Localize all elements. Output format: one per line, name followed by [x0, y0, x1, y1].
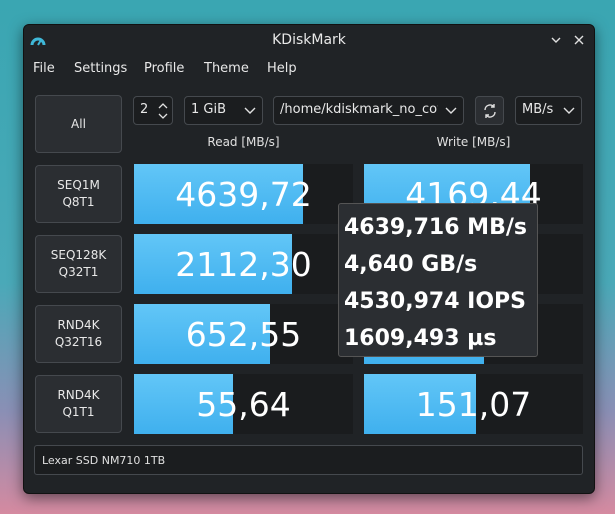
close-icon[interactable]: [569, 30, 589, 50]
menu-bar: File Settings Profile Theme Help: [24, 56, 594, 82]
tooltip-mbps: 4639,716 MB/s: [344, 215, 527, 240]
read-result-value: 55,64: [196, 384, 291, 424]
read-result-value: 2112,30: [175, 244, 312, 284]
test-params: Q32T16: [54, 335, 103, 349]
read-result-cell: 55,64: [134, 374, 353, 434]
read-result-cell: 652,55: [134, 304, 353, 364]
read-result-cell: 2112,30: [134, 234, 353, 294]
target-path-select[interactable]: /home/kdiskmark_no_cow: [273, 96, 464, 125]
menu-settings[interactable]: Settings: [74, 61, 127, 76]
chevron-down-icon: [563, 107, 575, 114]
test-name: SEQ128K: [50, 248, 107, 262]
window-title: KDiskMark: [272, 32, 346, 48]
read-result-cell: 4639,72: [134, 164, 353, 224]
test-button-row-0[interactable]: SEQ1M Q8T1: [35, 165, 122, 223]
read-column-header: Read [MB/s]: [207, 135, 280, 149]
test-button-row-1[interactable]: SEQ128K Q32T1: [35, 235, 122, 293]
test-name: RND4K: [57, 318, 100, 332]
test-button-row-2[interactable]: RND4K Q32T16: [35, 305, 122, 363]
test-button-row-3[interactable]: RND4K Q1T1: [35, 375, 122, 433]
minimize-icon[interactable]: [546, 30, 566, 50]
test-name: RND4K: [57, 388, 100, 402]
tooltip-gbps: 4,640 GB/s: [344, 252, 478, 277]
menu-file[interactable]: File: [33, 61, 55, 76]
read-result-value: 4639,72: [175, 174, 312, 214]
device-info-field[interactable]: Lexar SSD NM710 1TB: [34, 445, 583, 475]
test-params: Q32T1: [58, 265, 99, 279]
run-all-button[interactable]: All: [35, 95, 122, 153]
write-column-header: Write [MB/s]: [436, 135, 511, 149]
title-bar: KDiskMark: [24, 25, 594, 56]
test-params: Q8T1: [62, 195, 95, 209]
write-result-cell: 151,07: [364, 374, 583, 434]
test-name: SEQ1M: [57, 178, 100, 192]
result-tooltip: 4639,716 MB/s 4,640 GB/s 4530,974 IOPS 1…: [338, 203, 538, 357]
spin-arrows-icon[interactable]: [157, 101, 169, 121]
refresh-button[interactable]: [475, 96, 504, 125]
chevron-down-icon: [445, 107, 457, 114]
menu-profile[interactable]: Profile: [144, 61, 184, 76]
runs-spinbox[interactable]: 2: [133, 96, 173, 125]
units-select[interactable]: MB/s: [515, 96, 582, 125]
menu-theme[interactable]: Theme: [204, 61, 249, 76]
test-size-select[interactable]: 1 GiB: [184, 96, 263, 125]
write-result-value: 151,07: [415, 384, 532, 424]
read-result-value: 652,55: [185, 314, 302, 354]
chevron-down-icon: [244, 107, 256, 114]
refresh-icon: [483, 103, 496, 118]
test-params: Q1T1: [62, 405, 95, 419]
tooltip-iops: 4530,974 IOPS: [344, 289, 527, 314]
tooltip-latency: 1609,493 µs: [344, 326, 497, 351]
main-window: KDiskMark File Settings Profile Theme He…: [23, 24, 595, 494]
menu-help[interactable]: Help: [267, 61, 297, 76]
